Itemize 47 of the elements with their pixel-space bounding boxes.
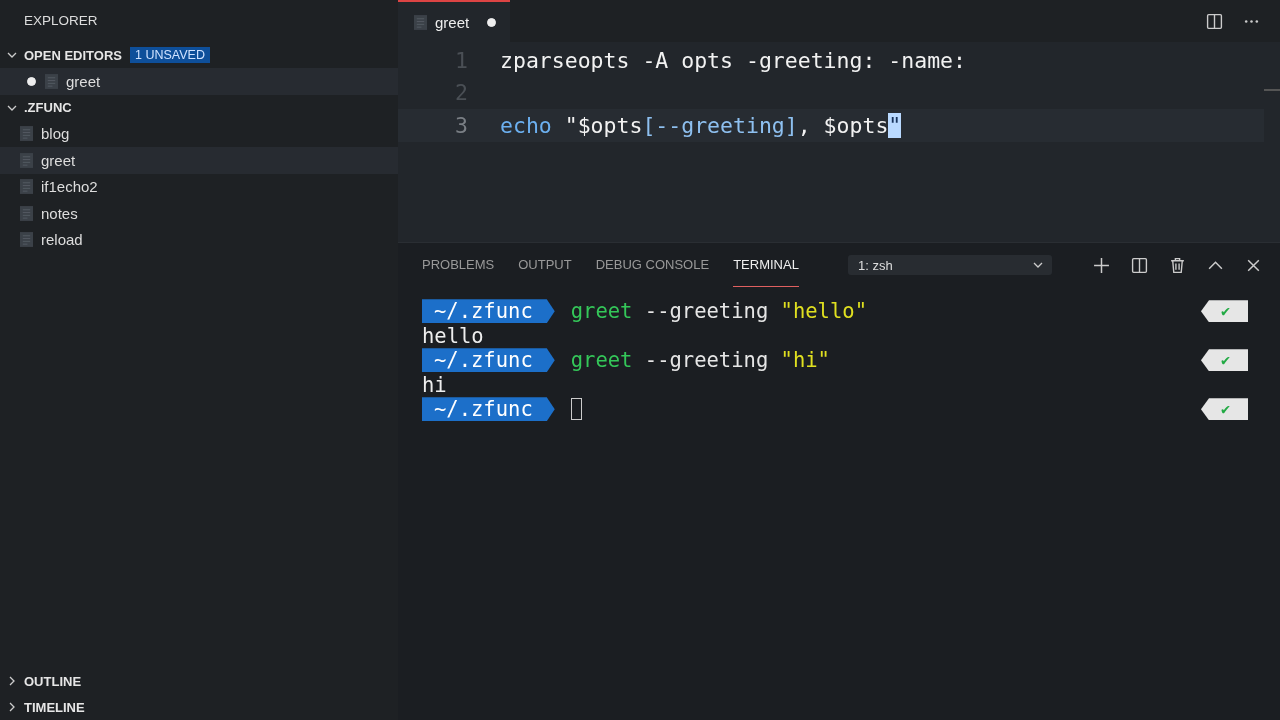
plus-icon[interactable]	[1093, 256, 1110, 274]
file-item[interactable]: greet	[0, 68, 398, 95]
split-terminal-icon[interactable]	[1131, 256, 1148, 274]
terminal-command: greet --greeting "hello"	[570, 299, 867, 324]
panel-tab[interactable]: OUTPUT	[518, 243, 572, 287]
file-icon	[414, 14, 427, 30]
status-segment: ✔	[1200, 300, 1248, 323]
code-token: zparseopts -A opts -greeting: -name:	[500, 47, 966, 73]
editor-tab[interactable]: greet	[398, 0, 510, 42]
trash-icon[interactable]	[1169, 256, 1186, 274]
terminal-select[interactable]: 1: zsh	[848, 255, 1052, 275]
panel-tab[interactable]: DEBUG CONSOLE	[595, 243, 710, 287]
file-item[interactable]: reload	[0, 226, 398, 253]
prompt-path: ~/.zfunc	[422, 348, 555, 373]
code-token: , $opts	[797, 112, 889, 138]
section-title[interactable]: TIMELINE	[24, 699, 85, 715]
file-icon	[20, 126, 33, 142]
status-segment: ✔	[1200, 349, 1248, 372]
file-icon	[20, 232, 33, 248]
section-title[interactable]: .ZFUNC	[24, 100, 72, 115]
code-token: echo	[500, 112, 552, 138]
file-icon	[20, 205, 33, 221]
file-item[interactable]: notes	[0, 200, 398, 227]
terminal-cursor	[570, 398, 582, 421]
prompt-path: ~/.zfunc	[422, 299, 555, 324]
status-segment: ✔	[1200, 398, 1248, 421]
terminal-output: hello	[422, 323, 484, 348]
terminal-output: hi	[422, 372, 447, 397]
code-token: [--greeting]	[642, 112, 798, 138]
line-number: 3	[454, 112, 468, 138]
panel-tab[interactable]: PROBLEMS	[422, 243, 495, 287]
unsaved-badge: 1 UNSAVED	[130, 47, 210, 63]
panel-tab[interactable]: TERMINAL	[733, 243, 799, 287]
file-item[interactable]: greet	[0, 147, 398, 174]
file-item[interactable]: if1echo2	[0, 173, 398, 200]
file-icon	[20, 179, 33, 195]
explorer-title: EXPLORER	[23, 12, 99, 30]
file-icon	[45, 73, 58, 89]
code-token: "$opts	[563, 112, 643, 138]
terminal-command: greet --greeting "hi"	[570, 348, 830, 373]
file-icon	[20, 152, 33, 168]
split-editor-icon[interactable]	[1206, 12, 1223, 30]
prompt-path: ~/.zfunc	[422, 397, 555, 422]
section-title[interactable]: OPEN EDITORS	[24, 47, 122, 63]
file-item[interactable]: blog	[0, 120, 398, 147]
text-cursor: "	[888, 112, 902, 138]
section-title[interactable]: OUTLINE	[24, 673, 82, 689]
